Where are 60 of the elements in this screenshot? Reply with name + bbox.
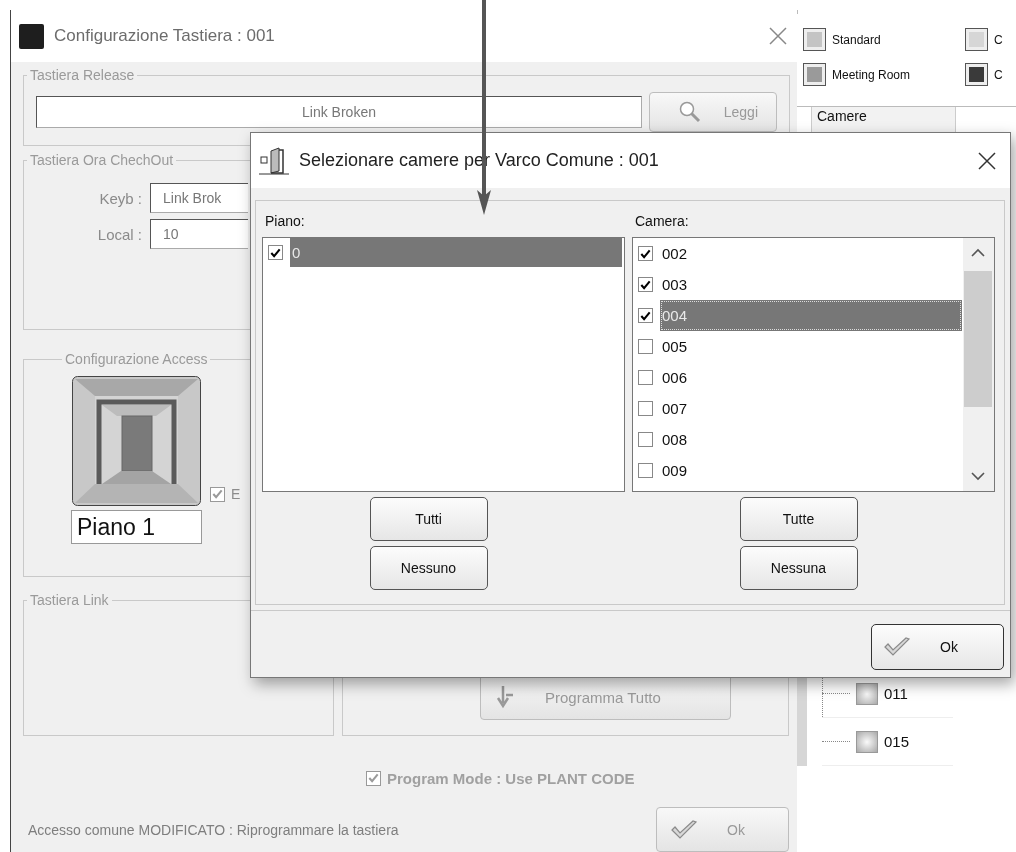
select-button[interactable]: Nessuna	[739, 546, 858, 590]
list-item[interactable]: 002	[660, 238, 962, 269]
checkbox[interactable]	[638, 246, 653, 261]
checkbox[interactable]	[638, 370, 653, 385]
checkmark-icon	[669, 818, 699, 841]
list-item[interactable]: 003	[660, 269, 962, 300]
group-title: Tastiera Link	[29, 591, 110, 609]
close-icon[interactable]	[978, 151, 996, 170]
list-label: Camera:	[634, 212, 690, 231]
field-label: Local :	[96, 225, 142, 243]
checkbox[interactable]	[210, 486, 225, 502]
select-button[interactable]: Tutti	[369, 497, 488, 541]
group-title: Tastiera Release	[29, 66, 136, 84]
input-field[interactable]: Link Broken	[36, 95, 642, 128]
checkbox[interactable]	[638, 463, 653, 478]
legend-label: C	[994, 67, 1003, 82]
select-button[interactable]: Tutte	[739, 497, 858, 541]
input-field[interactable]: 10	[150, 219, 248, 249]
select-button[interactable]: Nessuno	[369, 546, 488, 590]
checkbox[interactable]	[366, 770, 381, 786]
room-icon	[856, 682, 878, 705]
legend-label: C	[994, 32, 1003, 47]
list-item[interactable]: 007	[660, 393, 962, 424]
group-title: Tastiera Ora ChechOut	[29, 151, 175, 169]
list-item[interactable]: 008	[660, 424, 962, 455]
tree-item[interactable]: 011	[884, 685, 908, 702]
checkbox[interactable]	[638, 308, 653, 323]
list-item[interactable]: 005	[660, 331, 962, 362]
checkbox[interactable]	[638, 339, 653, 354]
floor-name-field[interactable]: Piano 1	[71, 510, 202, 544]
search-icon	[677, 99, 702, 124]
group-title: Configurazione Access	[64, 350, 209, 368]
ok-button[interactable]: Ok	[871, 624, 1004, 670]
download-arrow-icon	[495, 685, 515, 709]
checkmark-icon	[882, 636, 912, 658]
room-icon	[856, 730, 878, 753]
list-item[interactable]: 0	[290, 238, 622, 267]
scrollbar[interactable]	[963, 238, 994, 491]
checkbox[interactable]	[638, 401, 653, 416]
status-message: Accesso comune MODIFICATO : Riprogrammare la tastiera	[28, 821, 399, 838]
list-label: Piano:	[264, 212, 306, 231]
checkbox[interactable]	[268, 245, 283, 260]
scroll-up-icon[interactable]	[971, 248, 985, 258]
scroll-down-icon[interactable]	[971, 471, 985, 481]
list-item[interactable]: 004	[660, 300, 962, 331]
legend-label: Meeting Room	[832, 67, 911, 82]
door-icon[interactable]	[72, 376, 201, 506]
list-item[interactable]: 009	[660, 455, 962, 486]
list-item[interactable]: 006	[660, 362, 962, 393]
checkbox-label: Program Mode : Use PLANT CODE	[387, 769, 635, 787]
tree-item[interactable]: 015	[884, 733, 910, 750]
legend-label: Standard	[832, 32, 881, 47]
checkbox-label: E	[231, 486, 241, 502]
window-title: Configurazione Tastiera : 001	[54, 26, 276, 46]
checkbox[interactable]	[638, 432, 653, 447]
checkbox[interactable]	[638, 277, 653, 292]
app-icon	[19, 23, 44, 49]
door-icon	[259, 145, 291, 176]
field-label: Keyb :	[98, 189, 142, 207]
input-field[interactable]: Link Brok	[150, 183, 248, 213]
